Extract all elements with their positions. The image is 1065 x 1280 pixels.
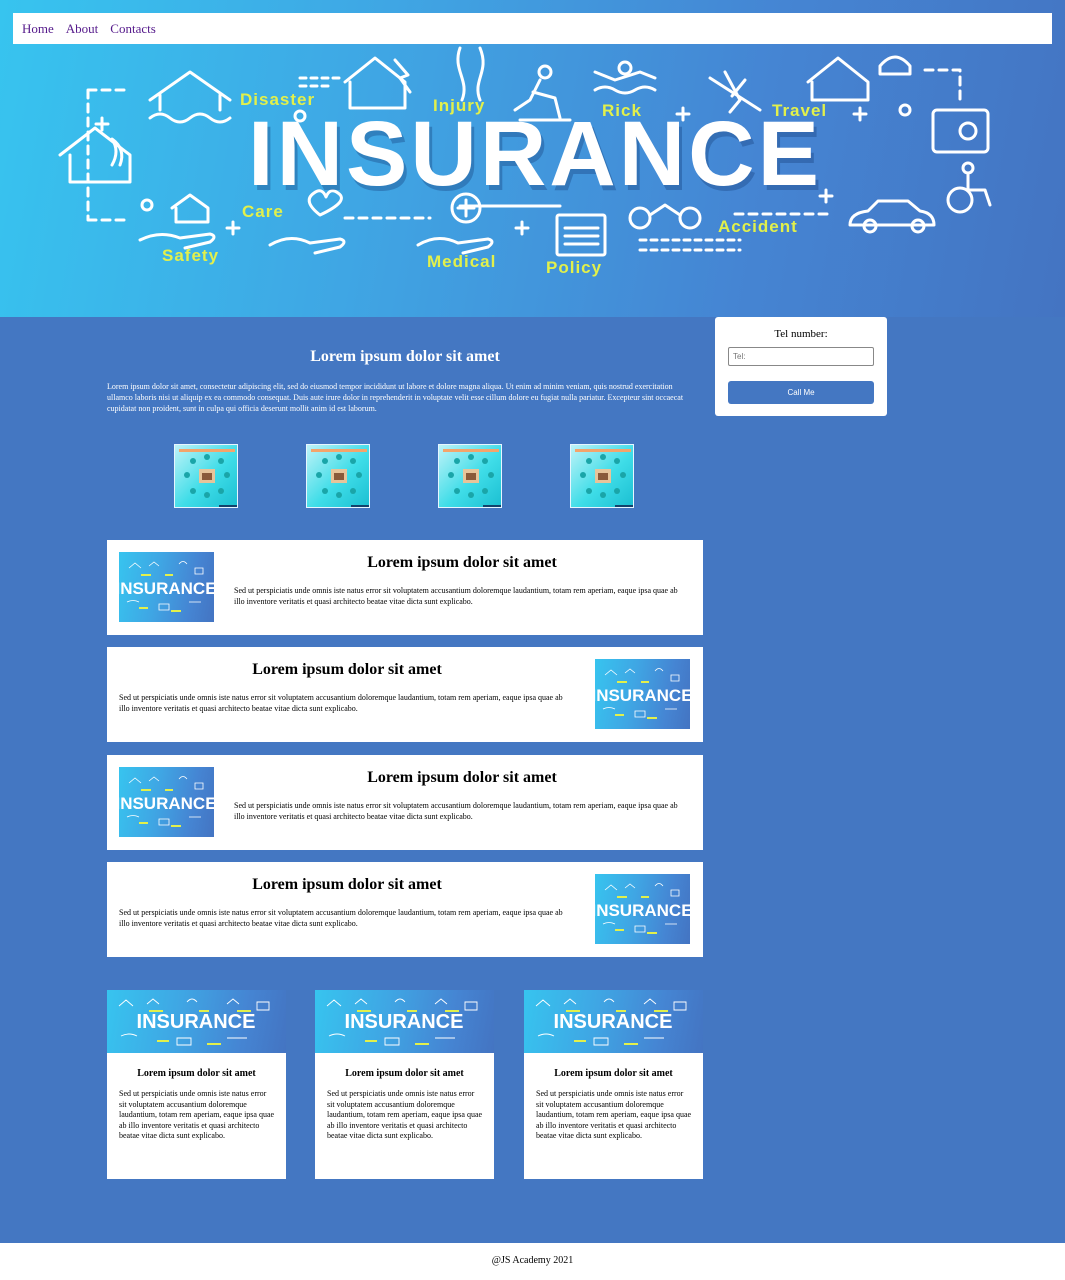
insurance-mini-art: INSURANCE	[595, 883, 690, 934]
info-card: INSURANCE Lorem ipsum dolor sit amet Sed…	[107, 990, 286, 1179]
feature-card: Lorem ipsum dolor sit amet Sed ut perspi…	[107, 647, 703, 742]
svg-text:INSURANCE: INSURANCE	[595, 686, 690, 705]
feature-card-title: Lorem ipsum dolor sit amet	[367, 769, 557, 786]
insurance-banner-image: INSURANCE	[315, 990, 494, 1053]
infographic-image	[575, 449, 633, 507]
hero-tag-injury: Injury	[433, 96, 486, 115]
feature-card-text: Sed ut perspiciatis unde omnis iste natu…	[119, 693, 563, 713]
hero-tag-accident: Accident	[718, 217, 798, 236]
infographic-image	[311, 449, 369, 507]
insurance-banner-image: INSURANCE	[107, 990, 286, 1053]
feature-card-title: Lorem ipsum dolor sit amet	[252, 876, 442, 893]
nav-about-link[interactable]: About	[66, 21, 99, 37]
infographic-image	[179, 449, 237, 507]
feature-card: INSURANCE Lorem ipsum dolor sit amet Sed…	[107, 755, 703, 850]
insurance-mini-art: INSURANCE	[119, 776, 214, 827]
svg-text:INSURANCE: INSURANCE	[554, 1011, 673, 1033]
hero-banner: INSURANCE Disaster Injury Rick Travel Ca…	[0, 0, 1065, 317]
insurance-banner-image: INSURANCE	[119, 552, 214, 622]
svg-text:INSURANCE: INSURANCE	[137, 1011, 256, 1033]
feature-card-title: Lorem ipsum dolor sit amet	[252, 661, 442, 678]
insurance-mini-art: INSURANCE	[118, 998, 270, 1046]
insurance-banner-image: INSURANCE	[595, 659, 690, 729]
feature-card: INSURANCE Lorem ipsum dolor sit amet Sed…	[107, 540, 703, 635]
info-card: INSURANCE Lorem ipsum dolor sit amet Sed…	[315, 990, 494, 1179]
nav-home-link[interactable]: Home	[22, 21, 54, 37]
insurance-mini-art: INSURANCE	[595, 668, 690, 719]
insurance-mini-art: INSURANCE	[326, 998, 478, 1046]
info-card: INSURANCE Lorem ipsum dolor sit amet Sed…	[524, 990, 703, 1179]
svg-text:INSURANCE: INSURANCE	[595, 901, 690, 920]
feature-card-text: Sed ut perspiciatis unde omnis iste natu…	[119, 908, 563, 928]
intro-title: Lorem ipsum dolor sit amet	[310, 348, 500, 365]
insurance-banner-image: INSURANCE	[524, 990, 703, 1053]
hero-tag-medical: Medical	[427, 252, 497, 271]
info-card-title: Lorem ipsum dolor sit amet	[554, 1068, 673, 1079]
footer-copyright: @JS Academy 2021	[491, 1255, 574, 1266]
feature-card-text: Sed ut perspiciatis unde omnis iste natu…	[234, 586, 678, 606]
insurance-banner-image: INSURANCE	[119, 767, 214, 837]
insurance-banner-image: INSURANCE	[595, 874, 690, 944]
hero-tag-disaster: Disaster	[240, 90, 316, 109]
info-card-title: Lorem ipsum dolor sit amet	[137, 1068, 256, 1079]
gallery-thumbnail[interactable]	[438, 444, 502, 508]
info-card-text: Sed ut perspiciatis unde omnis iste natu…	[327, 1089, 483, 1140]
hero-tag-policy: Policy	[546, 258, 603, 277]
nav-contacts-link[interactable]: Contacts	[110, 21, 156, 37]
feature-card-text: Sed ut perspiciatis unde omnis iste natu…	[234, 801, 678, 821]
gallery-thumbnail[interactable]	[174, 444, 238, 508]
hero-tag-care: Care	[242, 202, 284, 221]
insurance-mini-art: INSURANCE	[119, 561, 214, 612]
infographic-image	[443, 449, 501, 507]
page-footer: @JS Academy 2021	[0, 1243, 1065, 1280]
tel-input[interactable]	[728, 347, 874, 366]
info-card-title: Lorem ipsum dolor sit amet	[345, 1068, 464, 1079]
gallery-thumbnail[interactable]	[570, 444, 634, 508]
insurance-mini-art: INSURANCE	[535, 998, 687, 1046]
intro-text: Lorem ipsum dolor sit amet, consectetur …	[107, 382, 684, 413]
svg-text:INSURANCE: INSURANCE	[119, 794, 214, 813]
hero-tag-travel: Travel	[772, 101, 828, 120]
tel-number-label: Tel number:	[774, 328, 828, 340]
callback-form: Tel number: Call Me	[715, 317, 887, 416]
gallery-thumbnail[interactable]	[306, 444, 370, 508]
call-me-button[interactable]: Call Me	[728, 381, 874, 404]
info-card-text: Sed ut perspiciatis unde omnis iste natu…	[119, 1089, 275, 1140]
hero-tag-rick: Rick	[602, 101, 642, 120]
info-card-text: Sed ut perspiciatis unde omnis iste natu…	[536, 1089, 692, 1140]
hero-tag-safety: Safety	[162, 246, 220, 265]
feature-card: Lorem ipsum dolor sit amet Sed ut perspi…	[107, 862, 703, 957]
svg-text:INSURANCE: INSURANCE	[345, 1011, 464, 1033]
feature-card-title: Lorem ipsum dolor sit amet	[367, 554, 557, 571]
top-navbar: Home About Contacts	[13, 13, 1052, 44]
svg-text:INSURANCE: INSURANCE	[119, 579, 214, 598]
